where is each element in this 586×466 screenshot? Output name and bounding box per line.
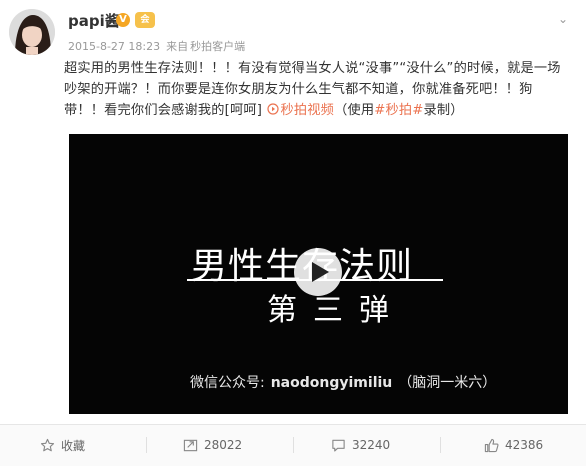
- favorite-label: 收藏: [61, 438, 86, 453]
- avatar[interactable]: [9, 9, 55, 55]
- play-icon: [312, 262, 329, 282]
- action-divider: [440, 437, 441, 453]
- like-count: 42386: [505, 438, 544, 452]
- video-subtitle: 第三弹: [267, 293, 405, 328]
- menu-caret-icon[interactable]: ⌄: [556, 12, 570, 26]
- hashtag-link[interactable]: #秒拍#: [374, 103, 423, 118]
- action-divider: [146, 437, 147, 453]
- action-bar: 收藏 28022 32240 42386: [0, 424, 586, 466]
- video-link-icon: [266, 103, 279, 115]
- avatar-image: [9, 9, 55, 55]
- source-prefix: 来自: [166, 40, 189, 53]
- post-meta: 2015-8-27 18:23 来自 秒拍客户端: [68, 38, 251, 54]
- like-icon: [484, 438, 499, 452]
- repost-button[interactable]: 28022: [183, 425, 242, 465]
- star-icon: [40, 438, 55, 451]
- timestamp[interactable]: 2015-8-27 18:23: [68, 40, 160, 53]
- source-link[interactable]: 秒拍客户端: [190, 40, 245, 53]
- favorite-button[interactable]: 收藏: [40, 425, 85, 465]
- footer-suffix: （脑洞一米六）: [398, 375, 497, 391]
- video-footer: 微信公众号: naodongyimiliu （脑洞一米六）: [190, 372, 496, 392]
- vip-badge-icon[interactable]: 会: [135, 12, 155, 28]
- play-button[interactable]: [294, 248, 342, 296]
- footer-handle: naodongyimiliu: [270, 375, 393, 391]
- post-text-end: 录制）: [423, 103, 464, 118]
- weibo-post: papi酱 V 会 ⌄ 2015-8-27 18:23 来自 秒拍客户端 超实用的男…: [0, 0, 586, 466]
- like-button[interactable]: 42386: [484, 425, 543, 465]
- verified-badge-icon: V: [116, 13, 130, 27]
- footer-prefix: 微信公众号:: [190, 375, 265, 391]
- comment-icon: [332, 439, 345, 451]
- action-divider: [293, 437, 294, 453]
- post-content: 超实用的男性生存法则！！！有没有觉得当女人说“没事”“没什么”的时候，就是一场吵…: [64, 58, 572, 121]
- video-link[interactable]: 秒拍视频: [266, 103, 335, 118]
- username[interactable]: papi酱: [68, 10, 120, 31]
- repost-icon: [183, 439, 198, 451]
- repost-count: 28022: [204, 438, 243, 452]
- video-player[interactable]: 男性生存法则 第三弹 微信公众号:naodongyimiliu（脑洞一米六）: [69, 134, 568, 414]
- comment-count: 32240: [352, 438, 391, 452]
- video-link-label: 秒拍视频: [280, 103, 335, 118]
- post-text-tail: （使用: [334, 103, 375, 118]
- comment-button[interactable]: 32240: [331, 425, 390, 465]
